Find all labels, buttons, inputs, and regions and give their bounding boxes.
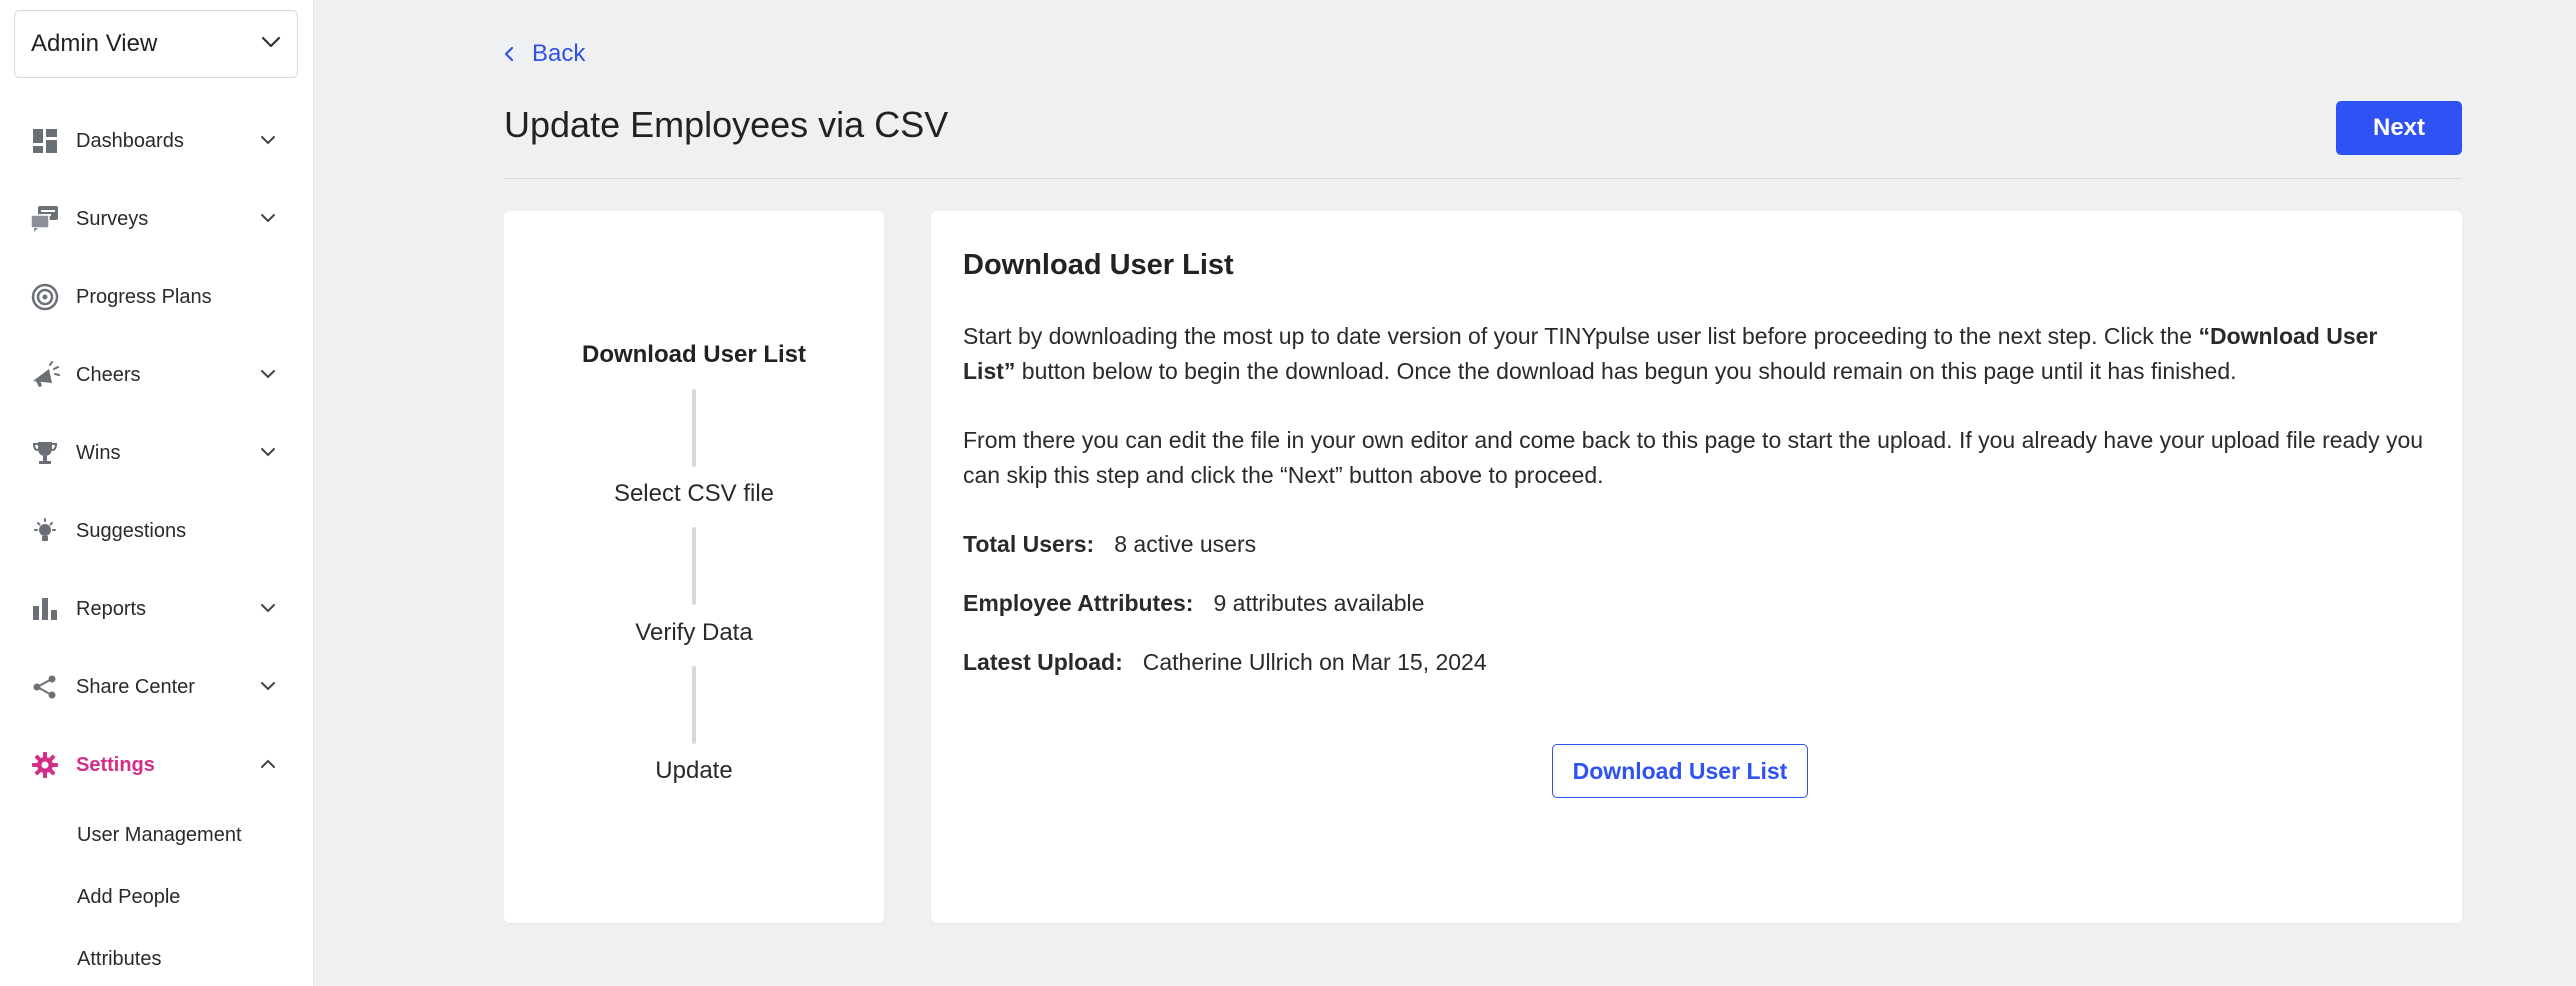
stat-key: Employee Attributes: bbox=[963, 590, 1194, 616]
sidebar-item-suggestions[interactable]: Suggestions bbox=[0, 492, 314, 570]
back-link-label: Back bbox=[532, 40, 586, 67]
sidebar-nav: Dashboards Surveys Progress Plans Cheers… bbox=[0, 102, 314, 986]
lightbulb-icon bbox=[30, 516, 60, 546]
survey-icon bbox=[30, 204, 60, 234]
section-title: Download User List bbox=[963, 249, 1234, 281]
target-icon bbox=[30, 282, 60, 312]
page-title: Update Employees via CSV bbox=[504, 104, 949, 145]
stat-value: 9 attributes available bbox=[1213, 590, 1425, 616]
sidebar-item-label: Reports bbox=[76, 597, 147, 620]
view-select-label: Admin View bbox=[31, 30, 158, 57]
sidebar-subitem-attributes[interactable]: Attributes bbox=[0, 928, 314, 986]
step-connector bbox=[692, 666, 696, 744]
download-user-list-button[interactable]: Download User List bbox=[1552, 744, 1808, 798]
chevron-down-icon bbox=[260, 600, 276, 618]
sidebar-item-label: Suggestions bbox=[76, 519, 187, 542]
sidebar-item-label: Progress Plans bbox=[76, 285, 212, 308]
trophy-icon bbox=[30, 438, 60, 468]
view-select[interactable]: Admin View bbox=[14, 10, 298, 78]
sidebar-subitem-user-management[interactable]: User Management bbox=[0, 804, 314, 866]
chevron-down-icon bbox=[260, 366, 276, 384]
step-download-user-list: Download User List bbox=[581, 341, 807, 368]
sidebar-item-reports[interactable]: Reports bbox=[0, 570, 314, 648]
download-panel: Download User List Start by downloading … bbox=[931, 211, 2462, 923]
sidebar-item-label: Dashboards bbox=[76, 129, 184, 152]
sidebar: Admin View Dashboards Surveys Progress P… bbox=[0, 0, 314, 986]
stat-key: Latest Upload: bbox=[963, 649, 1123, 675]
next-button[interactable]: Next bbox=[2336, 101, 2462, 155]
instructions-text: Start by downloading the most up to date… bbox=[963, 323, 2199, 349]
gear-icon bbox=[30, 750, 60, 780]
sidebar-item-share-center[interactable]: Share Center bbox=[0, 648, 314, 726]
sidebar-item-settings[interactable]: Settings bbox=[0, 726, 314, 804]
sidebar-item-progress-plans[interactable]: Progress Plans bbox=[0, 258, 314, 336]
sidebar-item-label: Wins bbox=[76, 441, 121, 464]
sidebar-item-label: Cheers bbox=[76, 363, 141, 386]
chevron-up-icon bbox=[260, 756, 276, 774]
chevron-down-icon bbox=[260, 132, 276, 150]
step-connector bbox=[692, 389, 696, 467]
step-select-csv-file: Select CSV file bbox=[613, 480, 775, 507]
megaphone-icon bbox=[30, 360, 60, 390]
app-root: Admin View Dashboards Surveys Progress P… bbox=[0, 0, 2576, 986]
back-link[interactable]: Back bbox=[504, 40, 585, 68]
chevron-down-icon bbox=[260, 210, 276, 228]
sidebar-item-label: Share Center bbox=[76, 675, 195, 698]
bar-chart-icon bbox=[30, 594, 60, 624]
sidebar-item-surveys[interactable]: Surveys bbox=[0, 180, 314, 258]
stat-employee-attributes: Employee Attributes: 9 attributes availab… bbox=[963, 590, 1424, 617]
share-icon bbox=[30, 672, 60, 702]
step-verify-data: Verify Data bbox=[635, 619, 753, 646]
header-divider bbox=[504, 178, 2462, 179]
stat-key: Total Users: bbox=[963, 531, 1095, 557]
stat-value: Catherine Ullrich on Mar 15, 2024 bbox=[1142, 649, 1487, 675]
sidebar-item-dashboards[interactable]: Dashboards bbox=[0, 102, 314, 180]
step-connector bbox=[692, 527, 696, 605]
sidebar-item-label: Surveys bbox=[76, 207, 149, 230]
chevron-down-icon bbox=[261, 35, 281, 53]
sidebar-item-label: Settings bbox=[76, 753, 155, 776]
step-update: Update bbox=[655, 757, 733, 784]
dashboard-icon bbox=[30, 126, 60, 156]
stat-latest-upload: Latest Upload: Catherine Ullrich on Mar 1… bbox=[963, 649, 1487, 676]
chevron-down-icon bbox=[260, 444, 276, 462]
stat-total-users: Total Users: 8 active users bbox=[963, 531, 1256, 558]
sidebar-subitem-add-people[interactable]: Add People bbox=[0, 866, 314, 928]
stat-value: 8 active users bbox=[1114, 531, 1257, 557]
main-content: Back Update Employees via CSV Next Downl… bbox=[314, 0, 2576, 986]
instructions-paragraph: Start by downloading the most up to date… bbox=[963, 319, 2433, 389]
chevron-left-icon bbox=[504, 46, 514, 62]
edit-instructions-paragraph: From there you can edit the file in your… bbox=[963, 427, 2424, 488]
sidebar-item-cheers[interactable]: Cheers bbox=[0, 336, 314, 414]
chevron-down-icon bbox=[260, 678, 276, 696]
steps-panel: Download User List Select CSV file Verif… bbox=[504, 211, 884, 923]
instructions-text: button below to begin the download. Once… bbox=[1015, 358, 2237, 384]
sidebar-item-wins[interactable]: Wins bbox=[0, 414, 314, 492]
